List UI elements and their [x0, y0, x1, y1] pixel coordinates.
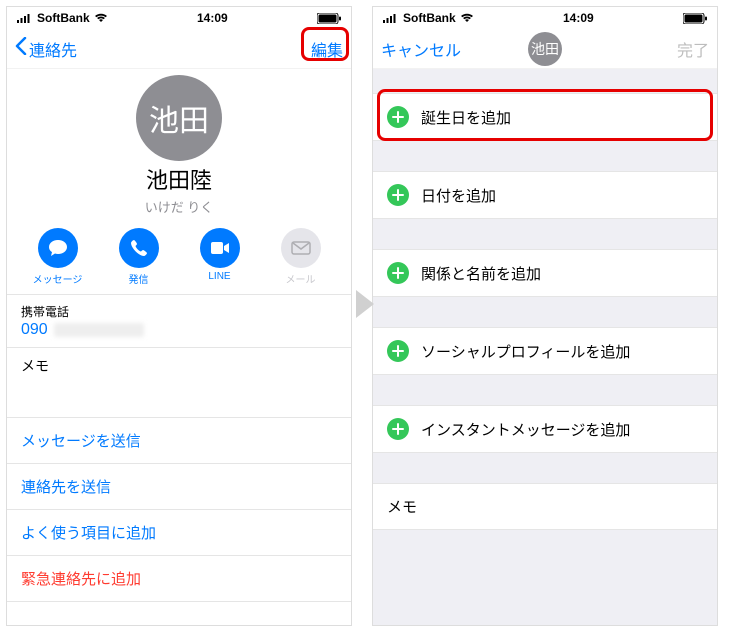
message-icon: [38, 228, 78, 268]
signal-icon: [383, 13, 399, 23]
add-social-row[interactable]: ソーシャルプロフィールを追加: [373, 327, 717, 375]
add-emergency-row[interactable]: 緊急連絡先に追加: [7, 556, 351, 602]
signal-icon: [17, 13, 33, 23]
done-label: 完了: [677, 37, 709, 61]
add-date-label: 日付を追加: [421, 185, 496, 206]
add-social-label: ソーシャルプロフィールを追加: [421, 341, 630, 362]
add-birthday-label: 誕生日を追加: [421, 107, 511, 128]
contact-reading: いけだ りく: [7, 197, 351, 216]
call-button[interactable]: 発信: [104, 228, 174, 286]
clock: 14:09: [197, 11, 228, 25]
send-contact-row[interactable]: 連絡先を送信: [7, 464, 351, 510]
clock: 14:09: [563, 11, 594, 25]
carrier-label: SoftBank: [37, 11, 90, 25]
mail-button[interactable]: メール: [266, 228, 336, 286]
mail-icon: [281, 228, 321, 268]
plus-icon: [387, 418, 409, 440]
contact-view-screen: SoftBank 14:09 連絡先 編集 池田 池田陸 いけだ りく: [6, 6, 352, 626]
avatar-small-wrap[interactable]: 池田: [528, 32, 562, 66]
plus-icon: [387, 262, 409, 284]
cancel-button[interactable]: キャンセル: [381, 37, 461, 61]
add-favorite-row[interactable]: よく使う項目に追加: [7, 510, 351, 556]
wifi-icon: [460, 13, 474, 23]
chevron-left-icon: [15, 37, 27, 60]
video-label: LINE: [208, 271, 230, 282]
edit-form: 誕生日を追加 日付を追加 関係と名前を追加: [373, 69, 717, 625]
phone-icon: [119, 228, 159, 268]
add-im-label: インスタントメッセージを追加: [421, 419, 630, 440]
plus-icon: [387, 340, 409, 362]
edit-label: 編集: [311, 37, 343, 61]
add-birthday-row[interactable]: 誕生日を追加: [373, 93, 717, 141]
navbar: キャンセル 池田 完了: [373, 29, 717, 69]
add-im-row[interactable]: インスタントメッセージを追加: [373, 405, 717, 453]
memo-label: メモ: [387, 499, 417, 516]
navbar: 連絡先 編集: [7, 29, 351, 69]
back-button[interactable]: 連絡先: [15, 37, 77, 61]
edit-button[interactable]: 編集: [311, 37, 343, 61]
add-date-row[interactable]: 日付を追加: [373, 171, 717, 219]
contact-edit-screen: SoftBank 14:09 キャンセル 池田 完了: [372, 6, 718, 626]
video-button[interactable]: LINE: [185, 228, 255, 286]
arrow-icon: [356, 290, 374, 318]
plus-icon: [387, 184, 409, 206]
cancel-label: キャンセル: [381, 37, 461, 61]
avatar: 池田: [528, 32, 562, 66]
carrier-label: SoftBank: [403, 11, 456, 25]
back-label: 連絡先: [29, 37, 77, 61]
battery-icon: [683, 13, 707, 24]
send-message-row[interactable]: メッセージを送信: [7, 418, 351, 464]
action-row: メッセージ 発信 LINE メール: [7, 222, 351, 295]
done-button[interactable]: 完了: [677, 37, 709, 61]
add-relation-label: 関係と名前を追加: [421, 263, 541, 284]
status-bar: SoftBank 14:09: [373, 7, 717, 29]
memo-section[interactable]: メモ: [7, 348, 351, 418]
memo-row[interactable]: メモ: [373, 483, 717, 530]
contact-name: 池田陸: [7, 163, 351, 195]
video-icon: [200, 228, 240, 268]
mail-label: メール: [286, 271, 316, 286]
battery-icon: [317, 13, 341, 24]
avatar: 池田: [136, 75, 222, 161]
phone-field-label: 携帯電話: [21, 303, 337, 320]
contact-header: 池田 池田陸 いけだ りく: [7, 69, 351, 222]
message-label: メッセージ: [33, 271, 83, 286]
add-relation-row[interactable]: 関係と名前を追加: [373, 249, 717, 297]
redacted-phone: [54, 323, 144, 337]
status-bar: SoftBank 14:09: [7, 7, 351, 29]
plus-icon: [387, 106, 409, 128]
phone-section[interactable]: 携帯電話 090: [7, 295, 351, 348]
memo-label: メモ: [21, 358, 49, 374]
wifi-icon: [94, 13, 108, 23]
call-label: 発信: [129, 271, 149, 286]
phone-field-value: 090: [21, 321, 337, 339]
message-button[interactable]: メッセージ: [23, 228, 93, 286]
